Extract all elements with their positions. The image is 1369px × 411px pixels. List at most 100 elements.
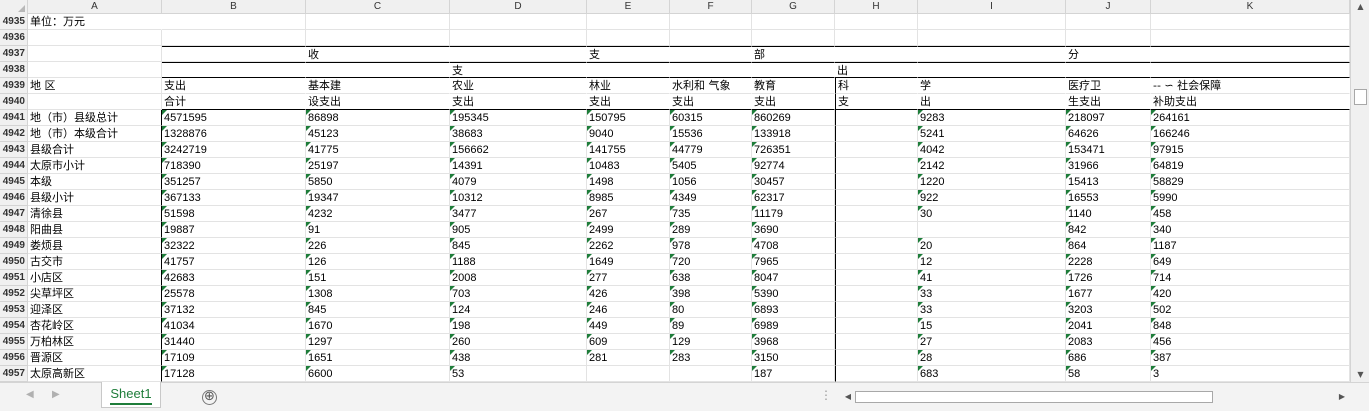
cell[interactable] xyxy=(918,46,1066,62)
data-cell[interactable]: 15536 xyxy=(670,126,752,142)
region-name-cell[interactable]: 娄烦县 xyxy=(28,238,162,254)
data-cell[interactable]: 86898 xyxy=(306,110,450,126)
data-cell[interactable]: 12 xyxy=(918,254,1066,270)
data-cell[interactable]: 1649 xyxy=(587,254,670,270)
header-cell[interactable]: 支出 xyxy=(162,78,306,94)
row-header[interactable]: 4937 xyxy=(0,46,28,62)
data-cell[interactable]: 4079 xyxy=(450,174,587,190)
data-cell[interactable]: 91 xyxy=(306,222,450,238)
region-name-cell[interactable]: 晋源区 xyxy=(28,350,162,366)
cell[interactable] xyxy=(835,142,918,158)
cell[interactable] xyxy=(835,222,918,238)
header-cell[interactable]: 学 xyxy=(918,78,1066,94)
cell[interactable] xyxy=(306,62,450,78)
cell[interactable] xyxy=(835,366,918,382)
cell[interactable] xyxy=(835,14,918,30)
column-header-a[interactable]: A xyxy=(28,0,162,14)
region-name-cell[interactable]: 太原高新区 xyxy=(28,366,162,382)
data-cell[interactable]: 277 xyxy=(587,270,670,286)
data-cell[interactable]: 1498 xyxy=(587,174,670,190)
header-cell[interactable]: 支出 xyxy=(752,94,835,110)
row-header[interactable]: 4952 xyxy=(0,286,28,302)
header-cell[interactable]: 部 xyxy=(752,46,835,62)
data-cell[interactable]: 25197 xyxy=(306,158,450,174)
header-cell[interactable]: 林业 xyxy=(587,78,670,94)
cell[interactable] xyxy=(835,46,918,62)
data-cell[interactable]: 1651 xyxy=(306,350,450,366)
header-cell[interactable]: 生支出 xyxy=(1066,94,1151,110)
data-cell[interactable]: 5850 xyxy=(306,174,450,190)
data-cell[interactable]: 126 xyxy=(306,254,450,270)
cell[interactable] xyxy=(835,302,918,318)
data-cell[interactable]: 15 xyxy=(918,318,1066,334)
row-header[interactable]: 4948 xyxy=(0,222,28,238)
region-name-cell[interactable]: 县级小计 xyxy=(28,190,162,206)
cell[interactable] xyxy=(1066,62,1151,78)
data-cell[interactable]: 4349 xyxy=(670,190,752,206)
cell[interactable] xyxy=(918,222,1066,238)
row-header[interactable]: 4949 xyxy=(0,238,28,254)
data-cell[interactable]: 25578 xyxy=(162,286,306,302)
column-header-e[interactable]: E xyxy=(587,0,670,14)
data-cell[interactable]: 3203 xyxy=(1066,302,1151,318)
add-sheet-icon[interactable]: ⊕ xyxy=(202,390,217,405)
row-header[interactable]: 4942 xyxy=(0,126,28,142)
next-sheet-icon[interactable]: ▶ xyxy=(52,389,60,400)
data-cell[interactable]: 387 xyxy=(1151,350,1350,366)
data-cell[interactable]: 58 xyxy=(1066,366,1151,382)
data-cell[interactable]: 502 xyxy=(1151,302,1350,318)
data-cell[interactable]: 367133 xyxy=(162,190,306,206)
data-cell[interactable]: 17128 xyxy=(162,366,306,382)
cell[interactable] xyxy=(670,46,752,62)
cell[interactable] xyxy=(1066,14,1151,30)
row-header[interactable]: 4953 xyxy=(0,302,28,318)
row-header[interactable]: 4944 xyxy=(0,158,28,174)
data-cell[interactable]: 10312 xyxy=(450,190,587,206)
data-cell[interactable]: 8985 xyxy=(587,190,670,206)
cell[interactable] xyxy=(835,350,918,366)
cell[interactable] xyxy=(918,14,1066,30)
region-name-cell[interactable]: 太原市小计 xyxy=(28,158,162,174)
data-cell[interactable]: 283 xyxy=(670,350,752,366)
data-cell[interactable]: 64626 xyxy=(1066,126,1151,142)
header-cell[interactable]: 地 区 xyxy=(28,78,162,94)
cell[interactable] xyxy=(1151,62,1350,78)
data-cell[interactable]: 5990 xyxy=(1151,190,1350,206)
data-cell[interactable]: 9283 xyxy=(918,110,1066,126)
data-cell[interactable]: 89 xyxy=(670,318,752,334)
header-cell[interactable]: 设支出 xyxy=(306,94,450,110)
data-cell[interactable]: 864 xyxy=(1066,238,1151,254)
data-cell[interactable]: 420 xyxy=(1151,286,1350,302)
data-cell[interactable]: 3968 xyxy=(752,334,835,350)
data-cell[interactable]: 714 xyxy=(1151,270,1350,286)
cell[interactable] xyxy=(1151,30,1350,46)
row-header[interactable]: 4954 xyxy=(0,318,28,334)
data-cell[interactable]: 42683 xyxy=(162,270,306,286)
cell[interactable] xyxy=(835,334,918,350)
row-header[interactable]: 4957 xyxy=(0,366,28,382)
header-cell[interactable]: 支 xyxy=(450,62,587,78)
region-name-cell[interactable]: 尖草坪区 xyxy=(28,286,162,302)
data-cell[interactable]: 166246 xyxy=(1151,126,1350,142)
data-cell[interactable]: 17109 xyxy=(162,350,306,366)
data-cell[interactable]: 19887 xyxy=(162,222,306,238)
cell[interactable] xyxy=(162,46,306,62)
data-cell[interactable]: 735 xyxy=(670,206,752,222)
cell[interactable] xyxy=(918,62,1066,78)
scroll-right-icon[interactable]: ▶ xyxy=(1336,390,1348,403)
header-cell[interactable]: 支出 xyxy=(587,94,670,110)
data-cell[interactable]: 726351 xyxy=(752,142,835,158)
region-name-cell[interactable]: 阳曲县 xyxy=(28,222,162,238)
row-header[interactable]: 4950 xyxy=(0,254,28,270)
horizontal-scrollbar[interactable]: ◀ ▶ xyxy=(840,389,1350,404)
data-cell[interactable]: 281 xyxy=(587,350,670,366)
data-cell[interactable]: 686 xyxy=(1066,350,1151,366)
horizontal-scroll-thumb[interactable] xyxy=(855,391,1213,403)
data-cell[interactable]: 1140 xyxy=(1066,206,1151,222)
cell[interactable] xyxy=(835,110,918,126)
cell[interactable] xyxy=(835,206,918,222)
data-cell[interactable]: 16553 xyxy=(1066,190,1151,206)
column-header-b[interactable]: B xyxy=(162,0,306,14)
header-cell[interactable]: 教育 xyxy=(752,78,835,94)
data-cell[interactable]: 41 xyxy=(918,270,1066,286)
